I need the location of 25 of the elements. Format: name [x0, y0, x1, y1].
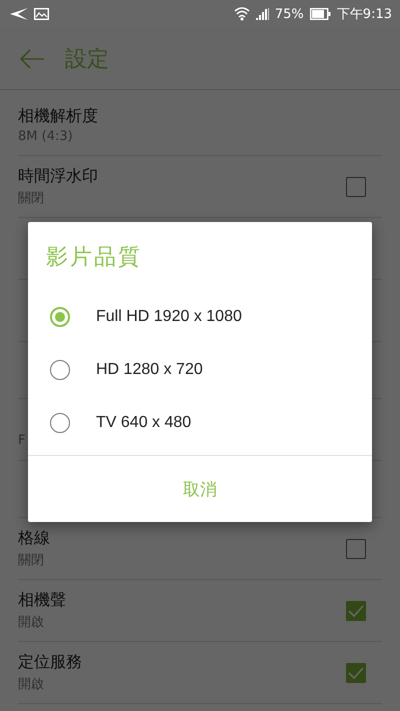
option-label[interactable]: HD 1280 x 720 [96, 360, 203, 378]
page-title: 設定 [65, 46, 109, 74]
checkbox[interactable] [346, 600, 366, 620]
signal-icon [256, 8, 269, 20]
battery-icon [310, 8, 331, 20]
option-label[interactable]: Full HD 1920 x 1080 [96, 308, 242, 326]
option-label[interactable]: TV 640 x 480 [96, 414, 192, 432]
radio-button[interactable] [50, 412, 70, 432]
checkbox[interactable] [346, 538, 366, 558]
dialog-title: 影片品質 [45, 244, 143, 272]
image-icon [34, 8, 49, 20]
setting-title: 相機聲 [18, 590, 66, 611]
radio-button[interactable] [50, 306, 70, 326]
radio-button[interactable] [50, 360, 70, 380]
setting-title: 格線 [18, 528, 50, 549]
back-arrow-icon[interactable] [19, 48, 45, 68]
clock: 下午9:13 [336, 6, 392, 23]
setting-title: 相機解析度 [18, 106, 98, 126]
checkbox[interactable] [346, 662, 366, 682]
setting-title: 時間浮水印 [18, 166, 98, 187]
battery-percent: 75% [274, 6, 304, 22]
checkbox[interactable] [346, 176, 366, 196]
wifi-icon [234, 6, 250, 22]
setting-title: 定位服務 [18, 652, 82, 673]
send-icon [10, 8, 28, 20]
